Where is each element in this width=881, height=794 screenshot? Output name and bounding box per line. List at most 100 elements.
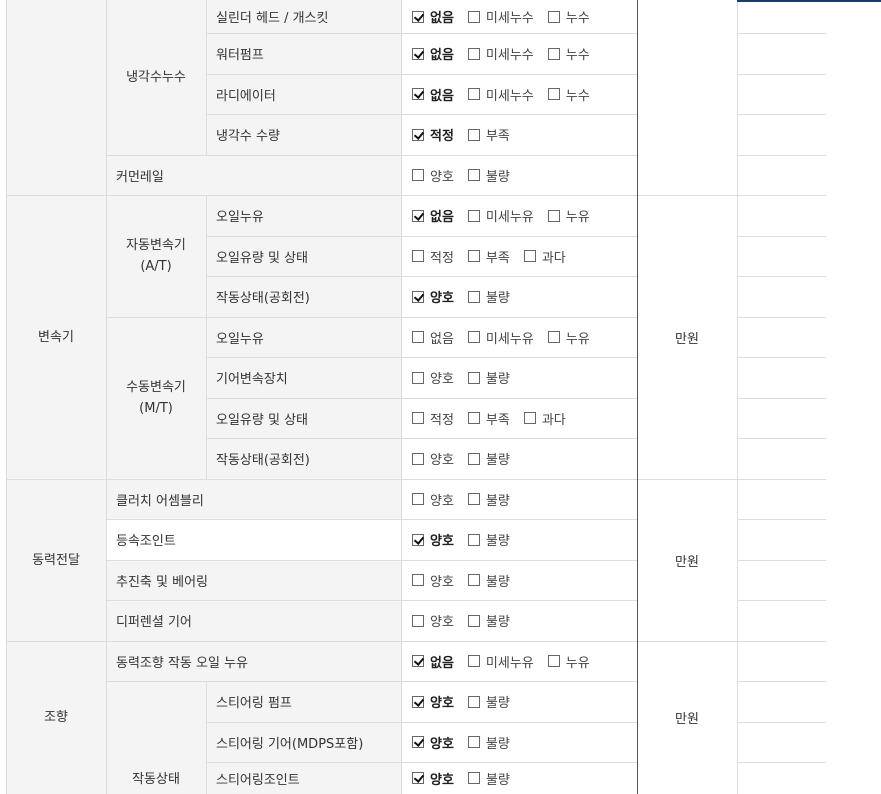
checkbox-icon[interactable] — [467, 47, 480, 60]
option-checkbox[interactable]: 미세누수 — [467, 44, 534, 63]
option-checkbox[interactable]: 부족 — [467, 247, 510, 266]
grid-line — [737, 357, 826, 358]
option-checkbox[interactable]: 누수 — [547, 44, 590, 63]
option-checkbox[interactable]: 불량 — [467, 166, 510, 185]
option-checkbox[interactable]: 과다 — [523, 247, 566, 266]
option-checkbox[interactable]: 불량 — [467, 449, 510, 468]
checked-checkbox-icon[interactable] — [412, 10, 424, 23]
option-checkbox[interactable]: 양호 — [412, 287, 454, 306]
checked-checkbox-icon[interactable] — [412, 88, 424, 100]
checkbox-icon[interactable] — [467, 128, 480, 141]
checkbox-icon[interactable] — [412, 574, 424, 586]
checkbox-icon[interactable] — [467, 290, 480, 303]
checkbox-icon[interactable] — [467, 695, 480, 708]
option-checkbox[interactable]: 누수 — [547, 7, 590, 26]
checkbox-icon[interactable] — [467, 88, 480, 100]
checkbox-icon[interactable] — [547, 88, 560, 100]
option-checkbox[interactable]: 누유 — [547, 652, 590, 671]
option-checkbox[interactable]: 미세누수 — [467, 7, 534, 26]
checkbox-icon[interactable] — [412, 452, 424, 465]
checkbox-icon[interactable] — [412, 169, 424, 181]
checkbox-icon[interactable] — [547, 331, 560, 343]
option-checkbox[interactable]: 양호 — [412, 571, 454, 590]
option-checkbox[interactable]: 불량 — [467, 490, 510, 509]
option-checkbox[interactable]: 미세누유 — [467, 206, 534, 225]
checkbox-icon[interactable] — [467, 250, 480, 262]
item-options: 없음 미세누유 누유 — [401, 195, 637, 236]
option-checkbox[interactable]: 적정 — [412, 125, 454, 144]
checkbox-icon[interactable] — [412, 614, 424, 627]
checkbox-icon[interactable] — [467, 371, 480, 384]
checked-checkbox-icon[interactable] — [412, 772, 424, 784]
checked-checkbox-icon[interactable] — [412, 655, 424, 667]
checkbox-icon[interactable] — [547, 10, 560, 23]
checked-checkbox-icon[interactable] — [412, 533, 424, 546]
option-checkbox[interactable]: 누유 — [547, 328, 590, 347]
option-checkbox[interactable]: 불량 — [467, 692, 510, 711]
checkbox-icon[interactable] — [523, 412, 536, 424]
option-checkbox[interactable]: 불량 — [467, 769, 510, 788]
option-checkbox[interactable]: 없음 — [412, 44, 454, 63]
option-checkbox[interactable]: 없음 — [412, 328, 454, 347]
checkbox-icon[interactable] — [467, 655, 480, 667]
option-checkbox[interactable]: 불량 — [467, 287, 510, 306]
checked-checkbox-icon[interactable] — [412, 128, 424, 141]
checkbox-icon[interactable] — [547, 47, 560, 60]
subgroup-label: 자동변속기 (A/T) — [106, 195, 206, 317]
checkbox-icon[interactable] — [467, 209, 480, 222]
option-checkbox[interactable]: 없음 — [412, 652, 454, 671]
checkbox-icon[interactable] — [412, 250, 424, 262]
checkbox-icon[interactable] — [547, 655, 560, 667]
checkbox-icon[interactable] — [412, 371, 424, 384]
option-checkbox[interactable]: 불량 — [467, 733, 510, 752]
option-checkbox[interactable]: 양호 — [412, 733, 454, 752]
checkbox-icon[interactable] — [467, 772, 480, 784]
option-checkbox[interactable]: 없음 — [412, 85, 454, 104]
subgroup-label: 작동상태 — [106, 681, 206, 794]
option-checkbox[interactable]: 불량 — [467, 611, 510, 630]
option-checkbox[interactable]: 부족 — [467, 125, 510, 144]
checkbox-icon[interactable] — [523, 250, 536, 262]
option-checkbox[interactable]: 누유 — [547, 206, 590, 225]
checked-checkbox-icon[interactable] — [412, 695, 424, 708]
option-checkbox[interactable]: 누수 — [547, 85, 590, 104]
checked-checkbox-icon[interactable] — [412, 209, 424, 222]
checkbox-icon[interactable] — [467, 331, 480, 343]
checkbox-icon[interactable] — [467, 452, 480, 465]
option-checkbox[interactable]: 불량 — [467, 368, 510, 387]
option-checkbox[interactable]: 양호 — [412, 611, 454, 630]
option-checkbox[interactable]: 양호 — [412, 692, 454, 711]
checkbox-icon[interactable] — [547, 209, 560, 222]
option-checkbox[interactable]: 불량 — [467, 530, 510, 549]
option-checkbox[interactable]: 미세누수 — [467, 85, 534, 104]
option-checkbox[interactable]: 없음 — [412, 7, 454, 26]
option-checkbox[interactable]: 양호 — [412, 166, 454, 185]
checkbox-icon[interactable] — [467, 614, 480, 627]
checkbox-icon[interactable] — [467, 736, 480, 748]
option-checkbox[interactable]: 미세누유 — [467, 328, 534, 347]
option-checkbox[interactable]: 미세누유 — [467, 652, 534, 671]
option-checkbox[interactable]: 양호 — [412, 530, 454, 549]
option-checkbox[interactable]: 양호 — [412, 490, 454, 509]
checkbox-icon[interactable] — [412, 412, 424, 424]
option-checkbox[interactable]: 불량 — [467, 571, 510, 590]
option-checkbox[interactable]: 적정 — [412, 409, 454, 428]
checkbox-icon[interactable] — [412, 331, 424, 343]
checkbox-icon[interactable] — [467, 493, 480, 505]
checked-checkbox-icon[interactable] — [412, 290, 424, 303]
option-checkbox[interactable]: 양호 — [412, 368, 454, 387]
option-checkbox[interactable]: 적정 — [412, 247, 454, 266]
checkbox-icon[interactable] — [467, 574, 480, 586]
option-checkbox[interactable]: 양호 — [412, 449, 454, 468]
option-checkbox[interactable]: 과다 — [523, 409, 566, 428]
checkbox-icon[interactable] — [412, 493, 424, 505]
checkbox-icon[interactable] — [467, 412, 480, 424]
checked-checkbox-icon[interactable] — [412, 736, 424, 748]
option-checkbox[interactable]: 양호 — [412, 769, 454, 788]
checkbox-icon[interactable] — [467, 533, 480, 546]
option-checkbox[interactable]: 없음 — [412, 206, 454, 225]
checkbox-icon[interactable] — [467, 10, 480, 23]
checkbox-icon[interactable] — [467, 169, 480, 181]
option-checkbox[interactable]: 부족 — [467, 409, 510, 428]
checked-checkbox-icon[interactable] — [412, 47, 424, 60]
